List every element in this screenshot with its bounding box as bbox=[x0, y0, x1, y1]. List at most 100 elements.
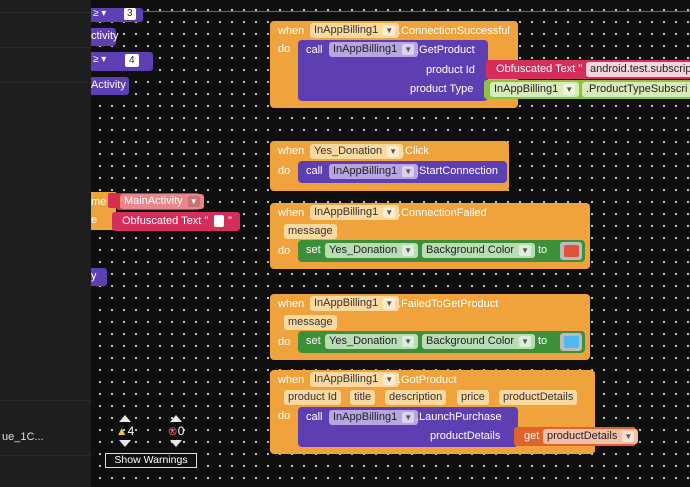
dropdown-arrow-icon: ▼ bbox=[402, 412, 415, 423]
set-label: set bbox=[306, 335, 321, 347]
get-variable-block[interactable]: get productDetails ▼ bbox=[514, 427, 639, 446]
param-message[interactable]: message bbox=[284, 315, 337, 330]
activity-block-1[interactable]: ctivity bbox=[91, 28, 119, 46]
dropdown-arrow-icon: ▼ bbox=[187, 196, 200, 207]
property-dropdown[interactable]: Background Color ▼ bbox=[422, 334, 535, 349]
left-panel-item[interactable]: ue_1C... bbox=[2, 431, 44, 443]
number-field[interactable]: 4 bbox=[125, 54, 139, 67]
to-label: to bbox=[538, 335, 548, 347]
quote-close: " bbox=[228, 215, 232, 227]
param-product-details[interactable]: productDetails bbox=[499, 390, 578, 405]
event-name: .ConnectionSuccessful bbox=[398, 25, 510, 37]
screen-name-block[interactable]: MainActivity ▼ bbox=[116, 193, 204, 210]
dropdown-arrow-icon: ▼ bbox=[563, 84, 576, 95]
number-field[interactable]: 3 bbox=[124, 8, 136, 20]
variable-dropdown[interactable]: productDetails ▼ bbox=[543, 429, 639, 444]
property-dropdown[interactable]: Background Color ▼ bbox=[422, 243, 535, 258]
chevron-down-icon[interactable] bbox=[119, 440, 131, 447]
set-background-color[interactable]: set Yes_Donation ▼ Background Color ▼ to bbox=[298, 331, 585, 353]
component-dropdown[interactable]: InAppBilling1 ▼ bbox=[310, 372, 400, 387]
call-get-product[interactable]: call InAppBilling1 ▼ .GetProduct product … bbox=[298, 40, 488, 101]
obfuscated-label: Obfuscated Text " bbox=[496, 63, 583, 75]
text-field[interactable] bbox=[214, 215, 224, 227]
variable-label: productDetails bbox=[547, 430, 618, 442]
component-dropdown[interactable]: Yes_Donation ▼ bbox=[310, 144, 404, 159]
divider bbox=[0, 12, 91, 13]
y-label: y bbox=[91, 270, 97, 282]
param-product-type: product Type bbox=[410, 83, 474, 95]
set-background-color[interactable]: set Yes_Donation ▼ Background Color ▼ to bbox=[298, 240, 585, 262]
color-swatch[interactable] bbox=[564, 245, 579, 257]
dropdown-arrow-icon: ▼ bbox=[519, 336, 531, 347]
product-type-dropdown[interactable]: .ProductTypeSubscri bbox=[582, 82, 690, 97]
param-price[interactable]: price bbox=[457, 390, 489, 405]
chevron-up-icon[interactable] bbox=[170, 415, 182, 422]
call-component-dropdown[interactable]: InAppBilling1 ▼ bbox=[329, 410, 419, 425]
warning-toggle[interactable]: ▲4 bbox=[113, 415, 137, 447]
do-label: do bbox=[278, 410, 291, 422]
property-label: Background Color bbox=[426, 335, 515, 347]
color-swatch[interactable] bbox=[564, 336, 579, 348]
obfuscated-text-block[interactable]: Obfuscated Text " " bbox=[112, 212, 240, 231]
text-field[interactable]: android.test.subscrip bbox=[586, 62, 690, 77]
set-component-dropdown[interactable]: Yes_Donation ▼ bbox=[325, 243, 419, 258]
method-name: .GetProduct bbox=[416, 44, 475, 56]
compare-op[interactable]: ≥ ▾ bbox=[93, 8, 106, 19]
divider bbox=[0, 455, 91, 456]
when-label: when bbox=[278, 207, 305, 219]
event-name: .FailedToGetProduct bbox=[398, 298, 499, 310]
product-type-block[interactable]: InAppBilling1 ▼ .ProductTypeSubscri bbox=[484, 80, 690, 99]
component-label: InAppBilling1 bbox=[314, 297, 379, 309]
main-activity-dropdown[interactable]: MainActivity ▼ bbox=[120, 194, 204, 209]
call-component-dropdown[interactable]: InAppBilling1 ▼ bbox=[329, 42, 419, 57]
y-block[interactable]: y bbox=[91, 268, 107, 286]
call-launch-purchase[interactable]: call InAppBilling1 ▼ .LaunchPurchase prod… bbox=[298, 407, 518, 447]
when-label: when bbox=[278, 25, 305, 37]
set-label: set bbox=[306, 244, 321, 256]
component-label: InAppBilling1 bbox=[333, 165, 398, 177]
error-toggle[interactable]: ⊗0 bbox=[164, 415, 188, 447]
value-label: e bbox=[91, 214, 98, 226]
error-count: 0 bbox=[177, 424, 185, 438]
name-label: me bbox=[91, 196, 107, 208]
call-component-dropdown[interactable]: InAppBilling1 ▼ bbox=[329, 164, 419, 179]
do-label: do bbox=[278, 165, 291, 177]
set-component-dropdown[interactable]: Yes_Donation ▼ bbox=[325, 334, 419, 349]
compare-block-2[interactable]: ≥ ▾ 4 bbox=[91, 52, 153, 71]
component-label: InAppBilling1 bbox=[314, 373, 379, 385]
param-product-id[interactable]: product Id bbox=[284, 390, 341, 405]
obfuscated-label: Obfuscated Text " bbox=[122, 215, 209, 227]
call-label: call bbox=[306, 411, 323, 423]
do-label: do bbox=[278, 245, 291, 257]
main-activity-label: MainActivity bbox=[124, 195, 183, 207]
call-start-connection[interactable]: call InAppBilling1 ▼ .StartConnection bbox=[298, 161, 507, 183]
param-description[interactable]: description bbox=[385, 390, 447, 405]
component-label: InAppBilling1 bbox=[494, 83, 559, 95]
param-product-id: product Id bbox=[426, 64, 475, 76]
chevron-up-icon[interactable] bbox=[119, 415, 131, 422]
component-dropdown[interactable]: InAppBilling1 ▼ bbox=[310, 205, 400, 220]
divider bbox=[0, 400, 91, 401]
activity-block-2[interactable]: Activity bbox=[91, 77, 129, 95]
dropdown-arrow-icon: ▼ bbox=[402, 245, 415, 256]
call-label: call bbox=[306, 44, 323, 56]
obfuscated-text-block[interactable]: Obfuscated Text " android.test.subscrip bbox=[486, 60, 690, 79]
property-label: Background Color bbox=[426, 244, 515, 256]
chevron-down-icon[interactable] bbox=[170, 440, 182, 447]
param-title[interactable]: title bbox=[350, 390, 376, 405]
to-label: to bbox=[538, 244, 548, 256]
component-dropdown[interactable]: InAppBilling1 ▼ bbox=[310, 296, 400, 311]
component-label: InAppBilling1 bbox=[314, 206, 379, 218]
param-message[interactable]: message bbox=[284, 224, 337, 239]
component-dropdown[interactable]: InAppBilling1 ▼ bbox=[310, 23, 400, 38]
left-panel: ue_1C... bbox=[0, 0, 91, 487]
component-label: Yes_Donation bbox=[329, 335, 398, 347]
show-warnings-button[interactable]: Show Warnings bbox=[105, 453, 197, 468]
dropdown-arrow-icon: ▼ bbox=[519, 245, 531, 256]
dropdown-arrow-icon: ▼ bbox=[387, 146, 400, 157]
compare-op[interactable]: ≥ ▾ bbox=[93, 54, 106, 65]
compare-block-1[interactable]: ≥ ▾ 3 bbox=[91, 8, 143, 22]
dropdown-arrow-icon: ▼ bbox=[622, 431, 635, 442]
param-label: productDetails bbox=[430, 430, 501, 442]
type-component-dropdown[interactable]: InAppBilling1 ▼ bbox=[490, 82, 580, 97]
